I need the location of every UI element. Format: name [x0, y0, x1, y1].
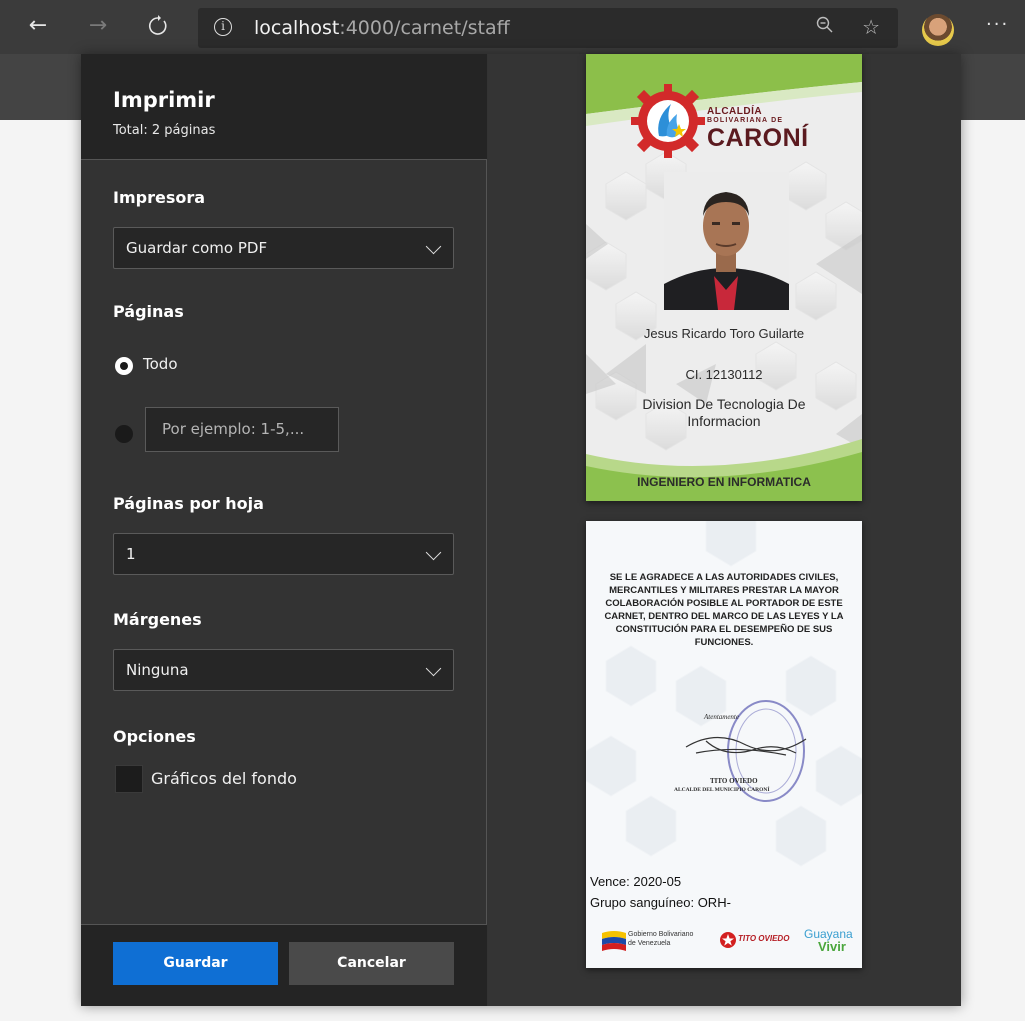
margins-label: Márgenes [113, 610, 202, 629]
logo-vivir: Vivir [818, 939, 846, 954]
logo-gobierno-line1: Gobierno Bolivariano [628, 931, 694, 938]
signature-name: TITO OVIEDO [710, 777, 758, 785]
pages-all-label[interactable]: Todo [143, 355, 178, 373]
authority-notice: SE LE AGRADECE A LAS AUTORIDADES CIVILES… [604, 572, 844, 648]
pages-all-radio[interactable] [115, 357, 133, 375]
brand-line1: ALCALDÍA [707, 106, 763, 117]
employee-role: INGENIERO EN INFORMATICA [637, 475, 811, 489]
profile-avatar[interactable] [922, 14, 954, 46]
employee-id: CI. 12130112 [685, 367, 763, 382]
blood-type: Grupo sanguíneo: ORH- [590, 895, 731, 910]
pages-per-sheet-select[interactable]: 1 [113, 533, 454, 575]
zoom-out-icon[interactable] [816, 16, 834, 39]
cancel-button[interactable]: Cancelar [289, 942, 454, 985]
printer-select[interactable]: Guardar como PDF [113, 227, 454, 269]
page-count: Total: 2 páginas [113, 123, 216, 138]
employee-division: Division De Tecnologia De Informacion [642, 396, 806, 429]
print-title: Imprimir [113, 88, 215, 112]
back-arrow-icon[interactable]: ← [22, 10, 54, 42]
logo-tito-oviedo: TITO OVIEDO [738, 934, 790, 943]
address-url[interactable]: localhost:4000/carnet/staff [254, 17, 510, 39]
tito-oviedo-star-icon [720, 932, 736, 948]
footer-logos: Gobierno Bolivariano de Venezuela TITO O… [586, 921, 862, 961]
address-bar[interactable]: i localhost:4000/carnet/staff ☆ [198, 8, 898, 48]
signature-block: Atentamente TITO OVIEDO ALCALDE DEL MUNI… [666, 689, 846, 809]
employee-name: Jesus Ricardo Toro Guilarte [643, 326, 805, 341]
pages-per-sheet-label: Páginas por hoja [113, 494, 264, 513]
printer-value: Guardar como PDF [126, 239, 268, 257]
background-graphics-checkbox[interactable] [115, 765, 143, 793]
print-settings-panel: Imprimir Total: 2 páginas Impresora Guar… [81, 54, 487, 1006]
brand-line3: CARONÍ [707, 124, 809, 152]
print-header: Imprimir Total: 2 páginas [81, 54, 487, 160]
print-preview: ALCALDÍA BOLIVARIANA DE CARONÍ Jesus Ric… [488, 54, 961, 1006]
favorite-star-icon[interactable]: ☆ [862, 15, 880, 39]
info-icon[interactable]: i [214, 18, 232, 36]
signature-title: ALCALDE DEL MUNICIPIO CARONÍ [674, 787, 770, 793]
printer-label: Impresora [113, 188, 206, 207]
browser-toolbar: ← → i localhost:4000/carnet/staff ☆ ··· [0, 0, 1025, 54]
chevron-down-icon [425, 544, 442, 561]
options-label: Opciones [113, 727, 196, 746]
print-footer: Guardar Cancelar [81, 924, 487, 1006]
caroni-gear-logo-icon [631, 84, 705, 158]
pages-per-sheet-value: 1 [126, 545, 136, 563]
save-button[interactable]: Guardar [113, 942, 278, 985]
venezuela-flag-icon [602, 931, 626, 951]
expiry-date: Vence: 2020-05 [590, 874, 682, 889]
forward-arrow-icon[interactable]: → [82, 10, 114, 42]
id-card-front: ALCALDÍA BOLIVARIANA DE CARONÍ Jesus Ric… [586, 54, 862, 501]
employee-photo [664, 172, 789, 310]
pages-custom-input[interactable]: Por ejemplo: 1-5,... [145, 407, 339, 452]
logo-gobierno-line2: de Venezuela [628, 940, 671, 947]
refresh-icon[interactable] [142, 10, 174, 42]
id-card-back: SE LE AGRADECE A LAS AUTORIDADES CIVILES… [586, 521, 862, 968]
margins-select[interactable]: Ninguna [113, 649, 454, 691]
signature-atentamente: Atentamente [704, 713, 739, 721]
chevron-down-icon [425, 660, 442, 677]
more-menu-icon[interactable]: ··· [986, 14, 1009, 35]
print-dialog: Imprimir Total: 2 páginas Impresora Guar… [81, 54, 961, 1006]
pages-label: Páginas [113, 302, 184, 321]
chevron-down-icon [425, 238, 442, 255]
background-graphics-label[interactable]: Gráficos del fondo [151, 769, 297, 788]
brand-line2: BOLIVARIANA DE [707, 117, 784, 124]
margins-value: Ninguna [126, 661, 189, 679]
pages-custom-radio[interactable] [115, 425, 133, 443]
